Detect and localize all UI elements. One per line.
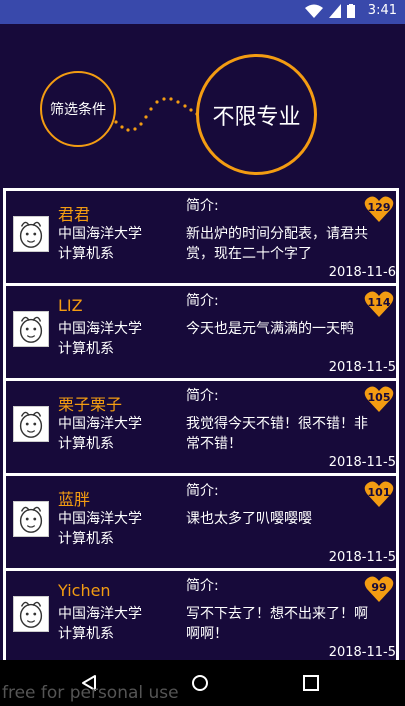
avatar[interactable] [13,311,49,347]
school-name: 中国海洋大学 [58,511,142,527]
selected-major: 不限专业 [212,104,301,130]
major-name: 计算机系 [58,436,114,452]
poster-school: 中国海洋大学 计算机系 [58,224,142,264]
watermark-text: free for personal use [2,683,179,703]
poster-name: LIZ [58,296,83,315]
filter-label: 筛选条件 [50,102,106,118]
avatar[interactable] [13,406,49,442]
post-card[interactable]: Yichen 中国海洋大学 计算机系 简介: 写不下去了！想不出来了！啊啊啊！ 2018-… [3,568,399,660]
poster-name: 蓝胖 [58,490,91,509]
status-time: 3:41 [367,3,397,18]
poster-school: 中国海洋大学 计算机系 [58,414,142,454]
major-name: 计算机系 [58,626,114,642]
like-button[interactable]: 101 [364,479,394,509]
filter-button[interactable]: 筛选条件 [40,71,116,147]
post-card[interactable]: 君君 中国海洋大学 计算机系 简介: 新出炉的时间分配表，请君共赏，现在二十个字了 201… [3,188,399,286]
post-date: 2018-11-5 [328,455,396,470]
poster-school: 中国海洋大学 计算机系 [58,509,142,549]
like-count: 114 [367,296,391,309]
intro-text: 新出炉的时间分配表，请君共赏，现在二十个字了 [186,226,368,262]
intro-text: 今天也是元气满满的一天鸭 [186,321,354,337]
cartoon-avatar-icon [19,411,43,438]
post-date: 2018-11-5 [328,360,396,375]
major-name: 计算机系 [58,246,114,262]
poster-school: 中国海洋大学 计算机系 [58,604,142,644]
poster-school: 中国海洋大学 计算机系 [58,319,142,359]
recents-icon[interactable] [303,675,319,691]
status-bar: 3:41 [0,0,405,24]
school-name: 中国海洋大学 [58,321,142,337]
intro-label: 简介: [186,293,219,309]
like-button[interactable]: 99 [364,574,394,604]
like-count: 99 [371,581,387,594]
like-button[interactable]: 114 [364,289,394,319]
like-count: 129 [367,201,391,214]
like-count: 105 [367,391,391,404]
intro-text: 我觉得今天不错！很不错！非常不错！ [186,416,368,452]
post-card[interactable]: LIZ 中国海洋大学 计算机系 简介: 今天也是元气满满的一天鸭 2018-11-5 114 [3,283,399,381]
post-card[interactable]: 栗子栗子 中国海洋大学 计算机系 简介: 我觉得今天不错！很不错！非常不错！ 2018-1… [3,378,399,476]
post-date: 2018-11-6 [328,265,396,280]
avatar[interactable] [13,216,49,252]
school-name: 中国海洋大学 [58,416,142,432]
school-name: 中国海洋大学 [58,226,142,242]
like-count: 101 [367,486,391,499]
intro-label: 简介: [186,388,219,404]
intro-text: 课也太多了叭嘤嘤嘤 [186,511,312,527]
intro-label: 简介: [186,483,219,499]
battery-icon [347,4,355,18]
cartoon-avatar-icon [19,506,43,533]
major-name: 计算机系 [58,531,114,547]
like-button[interactable]: 105 [364,384,394,414]
poster-name: 君君 [58,205,91,224]
cartoon-avatar-icon [19,601,43,628]
intro-label: 简介: [186,198,219,214]
poster-name: Yichen [58,581,111,600]
like-button[interactable]: 129 [364,194,394,224]
cartoon-avatar-icon [19,221,43,248]
wifi-icon [305,4,323,18]
app-content: 筛选条件 不限专业 君君 中国海洋大学 计算机系 简介: 新出炉的时间分配表，请君共赏，… [0,24,405,660]
home-icon[interactable] [191,674,209,692]
avatar[interactable] [13,501,49,537]
major-selector[interactable]: 不限专业 [196,54,317,175]
intro-label: 简介: [186,578,219,594]
post-date: 2018-11-5 [328,550,396,565]
intro-text: 写不下去了！想不出来了！啊啊啊！ [186,606,368,642]
poster-name: 栗子栗子 [58,395,123,414]
post-date: 2018-11-5 [328,645,396,660]
signal-icon [329,4,341,18]
major-name: 计算机系 [58,341,114,357]
connector-dots [114,97,199,132]
filter-area: 筛选条件 不限专业 [0,24,405,187]
post-list: 君君 中国海洋大学 计算机系 简介: 新出炉的时间分配表，请君共赏，现在二十个字了 201… [3,188,399,660]
post-card[interactable]: 蓝胖 中国海洋大学 计算机系 简介: 课也太多了叭嘤嘤嘤 2018-11-5 101 [3,473,399,571]
school-name: 中国海洋大学 [58,606,142,622]
avatar[interactable] [13,596,49,632]
cartoon-avatar-icon [19,316,43,343]
